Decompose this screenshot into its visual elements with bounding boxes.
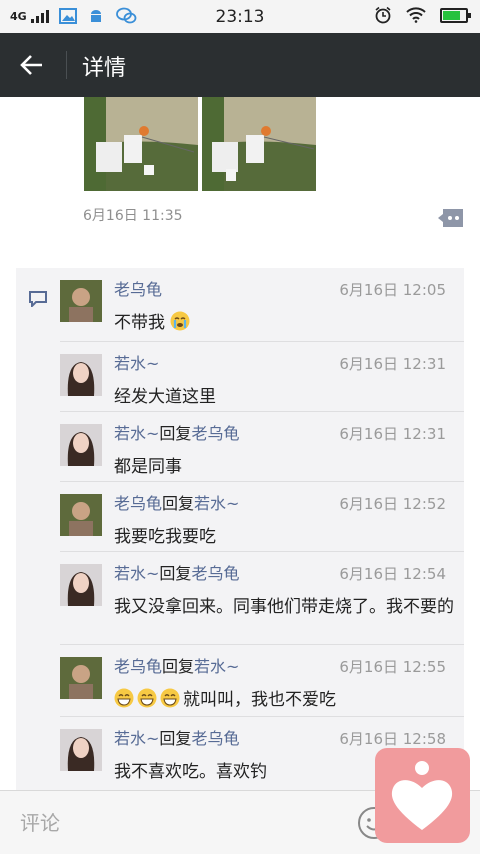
comment-text-row: 不带我 [114,311,454,335]
fishing-photo-image [84,97,198,191]
avatar-man-image [60,280,102,322]
avatar[interactable] [60,564,102,606]
grinning-emoji-icon [160,688,180,708]
alarm-icon [375,6,391,24]
status-right [374,6,471,24]
comments-section: 老乌龟 6月16日 12:05 不带我 若水~ 6月16日 12:31 经发大道… [16,268,464,790]
grinning-emoji-icon [137,688,157,708]
post-photo[interactable] [202,97,316,191]
reply-word: 回复 [162,657,195,676]
comment-item[interactable]: 老乌龟回复若水~ 6月16日 12:52 我要吃我要吃 [16,482,464,552]
page-title: 详情 [82,56,127,81]
comment-bubble-icon [438,209,463,227]
avatar[interactable] [60,657,102,699]
reply-target[interactable]: 老乌龟 [191,729,239,748]
avatar-man-image [60,494,102,536]
comment-author[interactable]: 若水~ [114,354,159,373]
reply-word: 回复 [159,729,192,748]
reply-target[interactable]: 若水~ [194,494,239,513]
comment-time: 6月16日 12:58 [339,730,446,748]
post-photo[interactable] [84,97,198,191]
comment-header: 老乌龟回复若水~ [114,657,239,677]
reply-word: 回复 [159,424,192,443]
reply-target[interactable]: 老乌龟 [191,564,239,583]
comment-text: 就叫叫，我也不爱吃 [183,690,336,710]
comment-author[interactable]: 若水~ [114,729,159,748]
title-divider [66,51,67,79]
avatar[interactable] [60,729,102,771]
crying-emoji-icon [170,311,190,331]
comment-item[interactable]: 若水~回复老乌龟 6月16日 12:31 都是同事 [16,412,464,482]
avatar-man-image [60,657,102,699]
comment-toggle-button[interactable] [437,208,465,228]
avatar[interactable] [60,494,102,536]
comment-time: 6月16日 12:31 [339,355,446,373]
comment-time: 6月16日 12:31 [339,425,446,443]
comment-item[interactable]: 老乌龟回复若水~ 6月16日 12:55 就叫叫，我也不爱吃 [16,645,464,717]
status-bar: 4G 23:13 [0,0,480,33]
reply-word: 回复 [159,564,192,583]
comment-item[interactable]: 若水~ 6月16日 12:31 经发大道这里 [16,342,464,412]
comment-author[interactable]: 若水~ [114,424,159,443]
comment-text-row: 就叫叫，我也不爱吃 [114,688,454,712]
comment-time: 6月16日 12:05 [339,281,446,299]
avatar-woman-image [60,354,102,396]
reply-target[interactable]: 老乌龟 [191,424,239,443]
fishing-photo-image [202,97,316,191]
comment-author[interactable]: 若水~ [114,564,159,583]
comment-item[interactable]: 老乌龟 6月16日 12:05 不带我 [16,268,464,342]
comment-author[interactable]: 老乌龟 [114,494,162,513]
arrow-left-icon [20,55,42,75]
comment-text: 我又没拿回来。同事他们带走烧了。我不要的 [114,597,454,617]
comment-header: 老乌龟回复若水~ [114,494,239,514]
comment-author[interactable]: 老乌龟 [114,657,162,676]
comment-input[interactable] [18,805,342,841]
comment-time: 6月16日 12:55 [339,658,446,676]
comment-time: 6月16日 12:52 [339,495,446,513]
comment-header: 若水~回复老乌龟 [114,729,239,749]
back-button[interactable] [10,43,54,87]
comment-text: 不带我 [114,313,165,333]
post-timestamp: 6月16日 11:35 [83,208,183,224]
heart-person-icon [391,761,453,830]
avatar[interactable] [60,280,102,322]
comment-header: 若水~回复老乌龟 [114,424,239,444]
comment-author[interactable]: 老乌龟 [114,280,162,299]
grinning-emoji-icon [114,688,134,708]
reply-target[interactable]: 若水~ [194,657,239,676]
comment-text: 经发大道这里 [114,387,216,407]
reply-word: 回复 [162,494,195,513]
avatar[interactable] [60,354,102,396]
avatar-woman-image [60,564,102,606]
comment-text: 我要吃我要吃 [114,527,216,547]
comment-header: 老乌龟 [114,280,162,300]
wifi-icon [406,7,426,23]
comment-header: 若水~回复老乌龟 [114,564,239,584]
comment-text: 都是同事 [114,457,182,477]
comment-item[interactable]: 若水~回复老乌龟 6月16日 12:54 我又没拿回来。同事他们带走烧了。我不要… [16,552,464,645]
title-bar: 详情 [0,33,480,97]
avatar[interactable] [60,424,102,466]
comment-header: 若水~ [114,354,159,374]
floating-app-button[interactable] [375,748,470,843]
post-photos [84,97,316,191]
avatar-woman-image [60,729,102,771]
battery-icon [440,7,471,23]
comment-time: 6月16日 12:54 [339,565,446,583]
avatar-woman-image [60,424,102,466]
